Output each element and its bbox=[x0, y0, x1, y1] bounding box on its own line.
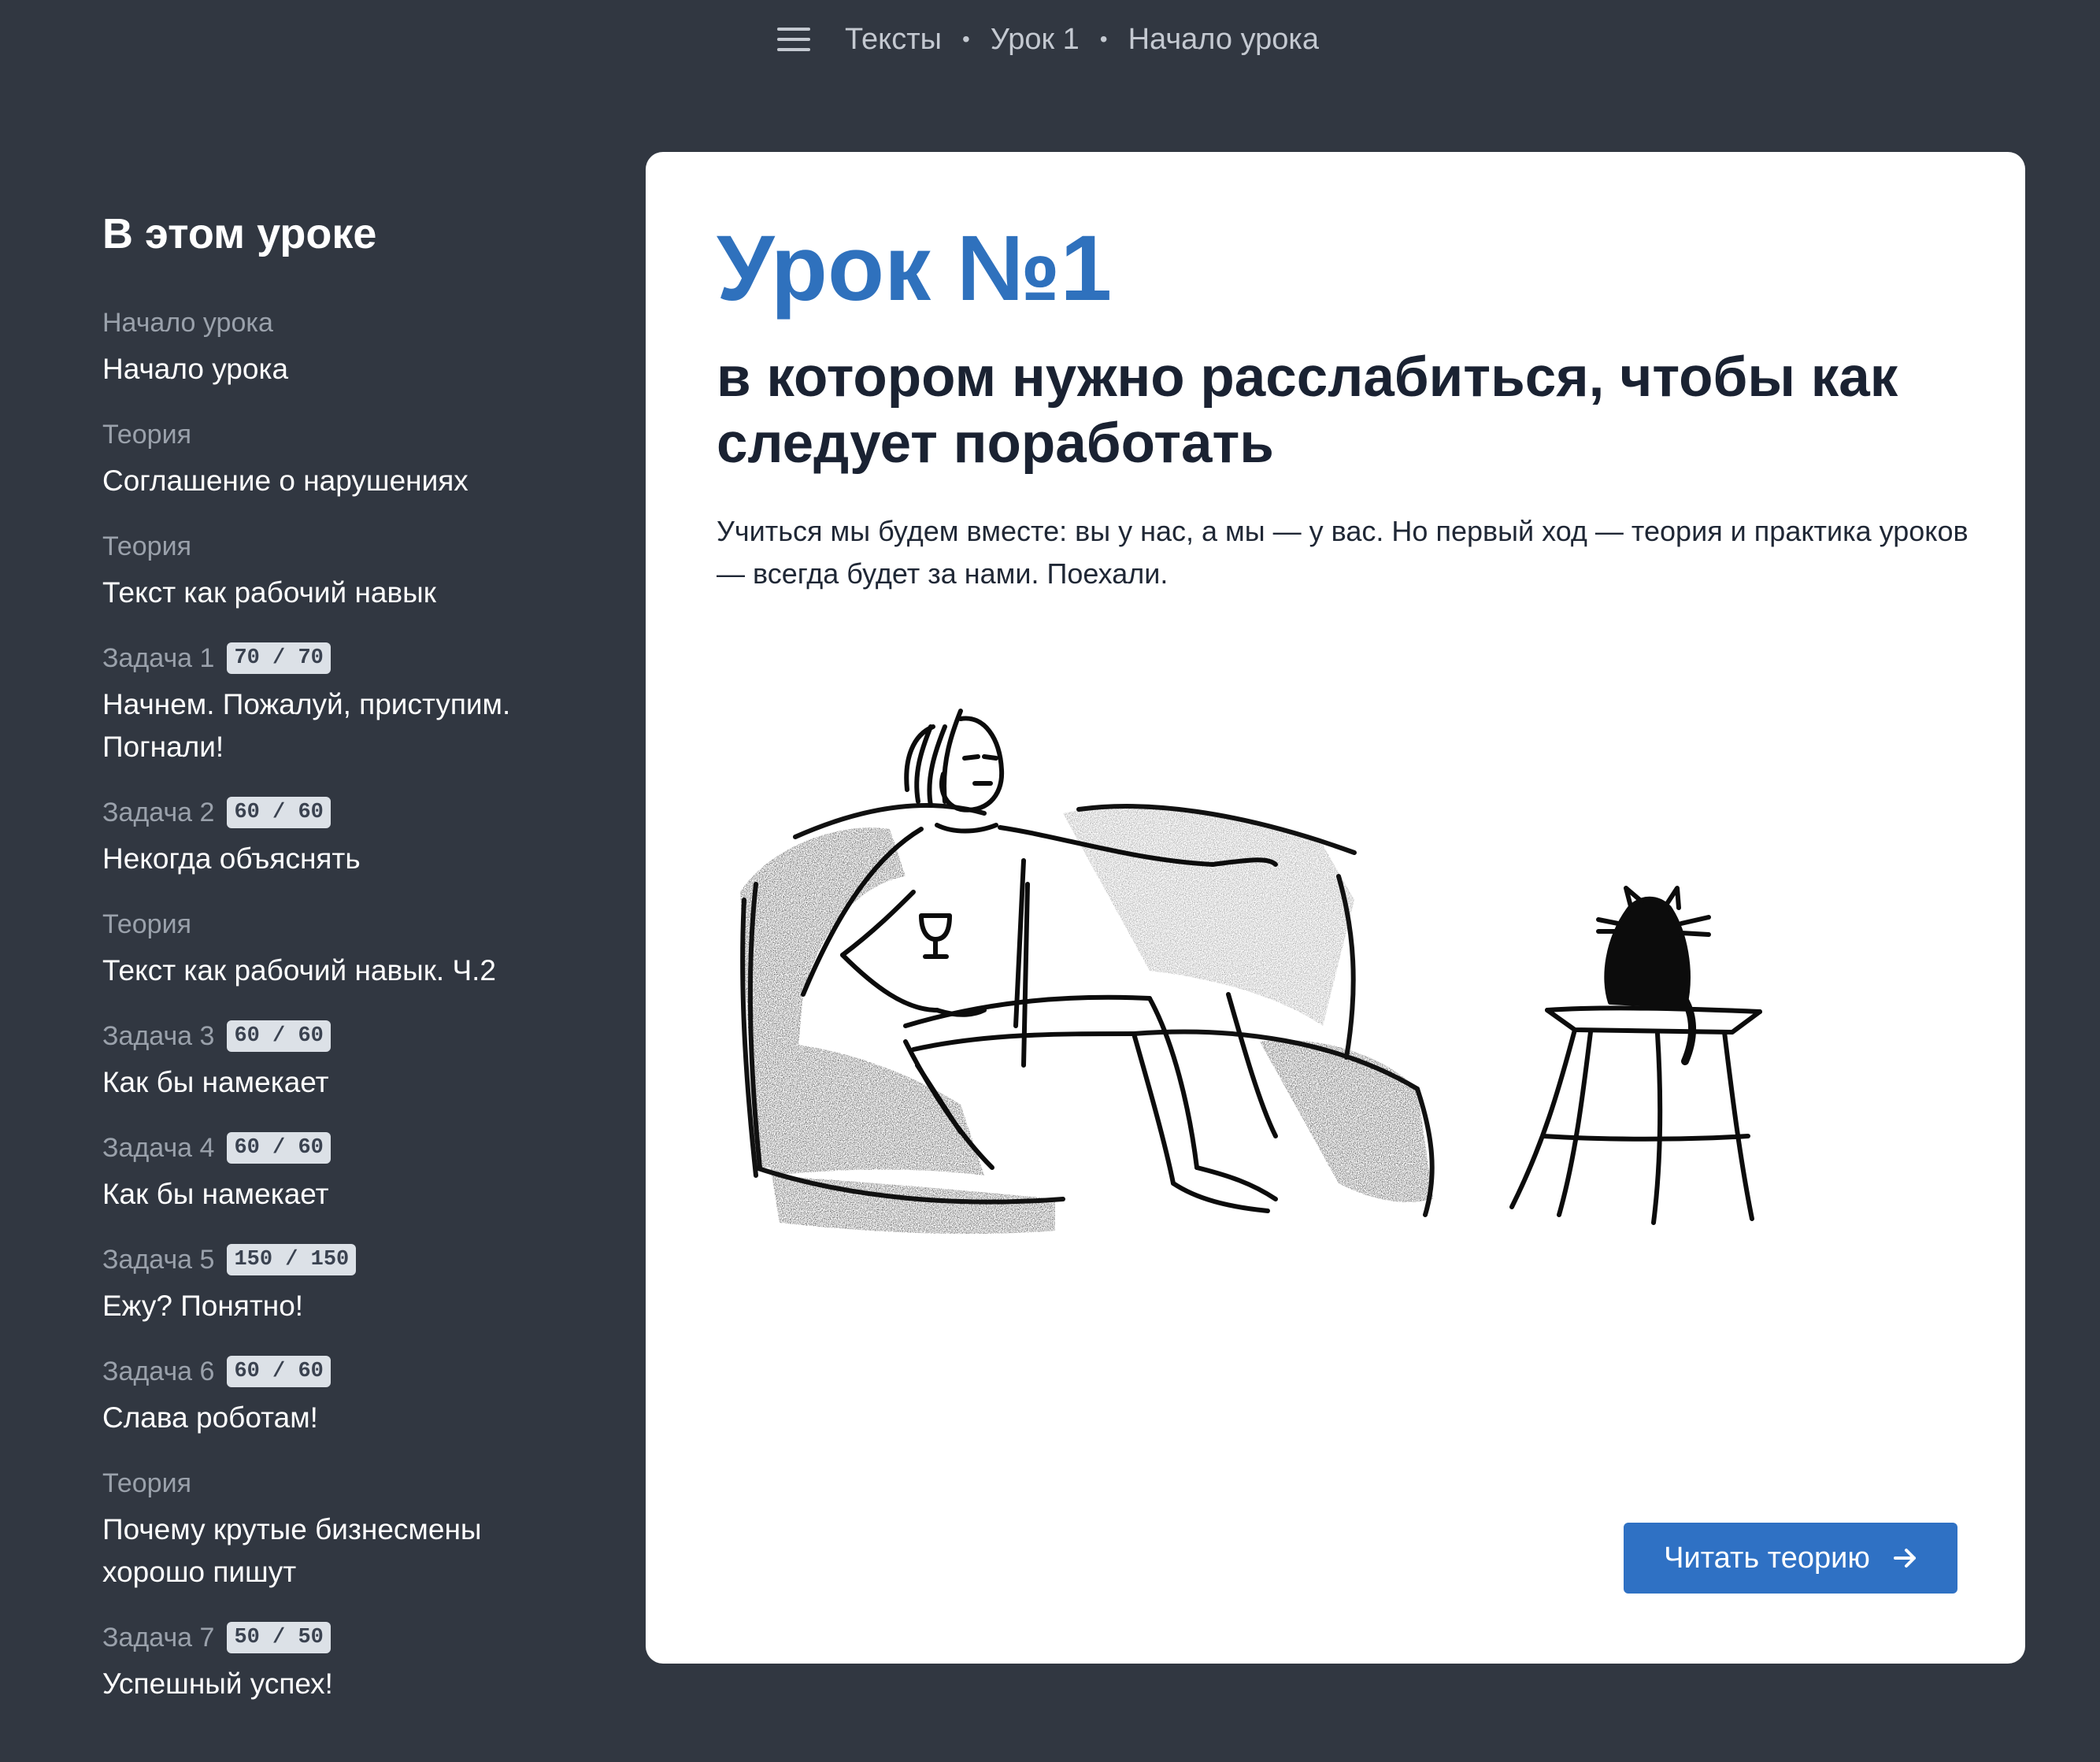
armchair-shading bbox=[740, 807, 1433, 1235]
sidebar-heading: В этом уроке bbox=[102, 210, 377, 257]
sidebar-item-kind: Задача 5 bbox=[102, 1245, 215, 1275]
lesson-intro: Учиться мы будем вместе: вы у нас, а мы … bbox=[717, 515, 1969, 590]
sidebar-item-title[interactable]: Как бы намекает bbox=[102, 1061, 591, 1104]
sidebar-item[interactable]: Задача 6 60 / 60 Слава роботам! bbox=[102, 1354, 591, 1439]
sidebar-item[interactable]: Задача 4 60 / 60 Как бы намекает bbox=[102, 1131, 591, 1216]
sidebar-item-title[interactable]: Слава роботам! bbox=[102, 1397, 591, 1439]
sidebar-item[interactable]: Теория Текст как рабочий навык. Ч.2 bbox=[102, 907, 591, 992]
score-badge: 60 / 60 bbox=[227, 1020, 331, 1052]
breadcrumb-current: Начало урока bbox=[1128, 22, 1320, 56]
sidebar-item-title[interactable]: Текст как рабочий навык. Ч.2 bbox=[102, 949, 591, 992]
sidebar-item-kind: Теория bbox=[102, 420, 191, 450]
sidebar-item-title[interactable]: Начнем. Пожалуй, приступим. Погнали! bbox=[102, 683, 591, 768]
sidebar-item-kind: Задача 4 bbox=[102, 1133, 215, 1163]
sidebar-item-kind: Теория bbox=[102, 1468, 191, 1498]
breadcrumb-separator: • bbox=[961, 27, 970, 51]
sidebar-item[interactable]: Задача 1 70 / 70 Начнем. Пожалуй, присту… bbox=[102, 641, 591, 768]
top-bar: Тексты • Урок 1 • Начало урока bbox=[0, 0, 2100, 79]
sidebar-item-title[interactable]: Текст как рабочий навык bbox=[102, 572, 591, 614]
sidebar-item[interactable]: Начало урока Начало урока bbox=[102, 305, 591, 391]
sidebar-item[interactable]: Задача 3 60 / 60 Как бы намекает bbox=[102, 1019, 591, 1104]
sidebar-item[interactable]: Теория Соглашение о нарушениях bbox=[102, 417, 591, 502]
score-badge: 60 / 60 bbox=[227, 1132, 331, 1164]
sidebar-item[interactable]: Задача 5 150 / 150 Ежу? Понятно! bbox=[102, 1242, 591, 1327]
sidebar-item-title[interactable]: Ежу? Понятно! bbox=[102, 1285, 591, 1327]
sidebar-item[interactable]: Теория Текст как рабочий навык bbox=[102, 529, 591, 614]
sidebar-item-kind: Задача 6 bbox=[102, 1357, 215, 1386]
sidebar-item-kind: Задача 2 bbox=[102, 798, 215, 827]
score-badge: 60 / 60 bbox=[227, 1356, 331, 1387]
sidebar-item-title[interactable]: Успешный успех! bbox=[102, 1663, 591, 1705]
read-theory-button[interactable]: Читать теорию bbox=[1624, 1523, 1957, 1594]
sketch-illustration bbox=[740, 709, 1762, 1235]
sidebar-item[interactable]: Задача 7 50 / 50 Успешный успех! bbox=[102, 1620, 591, 1705]
score-badge: 70 / 70 bbox=[227, 642, 331, 674]
sidebar-item-kind: Начало урока bbox=[102, 308, 273, 338]
score-badge: 50 / 50 bbox=[227, 1622, 331, 1653]
breadcrumb-lesson[interactable]: Урок 1 bbox=[991, 23, 1080, 57]
sidebar-item[interactable]: Задача 2 60 / 60 Некогда объяснять bbox=[102, 795, 591, 880]
sidebar-item-title[interactable]: Начало урока bbox=[102, 348, 591, 391]
breadcrumb-course[interactable]: Тексты bbox=[845, 23, 942, 57]
arrow-right-icon bbox=[1893, 1549, 1916, 1568]
breadcrumb-separator: • bbox=[1099, 27, 1108, 51]
sidebar-item-title[interactable]: Как бы намекает bbox=[102, 1173, 591, 1216]
read-theory-label: Читать теорию bbox=[1664, 1541, 1870, 1575]
sidebar-item-title[interactable]: Некогда объяснять bbox=[102, 838, 591, 880]
sidebar-item[interactable]: Теория Почему крутые бизнесмены хорошо п… bbox=[102, 1466, 591, 1594]
breadcrumb: Тексты • Урок 1 • Начало урока bbox=[776, 22, 1320, 57]
cat-on-stool bbox=[1509, 886, 1762, 1225]
sidebar-item-kind: Задача 7 bbox=[102, 1623, 215, 1653]
sidebar-item-kind: Задача 1 bbox=[102, 643, 215, 673]
lesson-subtitle: в котором нужно расслабиться, чтобы как … bbox=[717, 346, 1898, 475]
sidebar-item-kind: Теория bbox=[102, 531, 191, 561]
menu-icon[interactable] bbox=[776, 28, 810, 51]
sidebar-item-title[interactable]: Почему крутые бизнесмены хорошо пишут bbox=[102, 1508, 591, 1594]
sidebar-item-kind: Теория bbox=[102, 909, 191, 939]
lesson-title: Урок №1 bbox=[717, 217, 1113, 320]
score-badge: 150 / 150 bbox=[227, 1244, 357, 1275]
lesson-sidebar: В этом уроке Начало урока Начало урока Т… bbox=[102, 206, 591, 1732]
score-badge: 60 / 60 bbox=[227, 797, 331, 828]
sidebar-item-kind: Задача 3 bbox=[102, 1021, 215, 1051]
sidebar-item-title[interactable]: Соглашение о нарушениях bbox=[102, 460, 591, 502]
lesson-card: Урок №1 в котором нужно расслабиться, чт… bbox=[646, 152, 2025, 1664]
